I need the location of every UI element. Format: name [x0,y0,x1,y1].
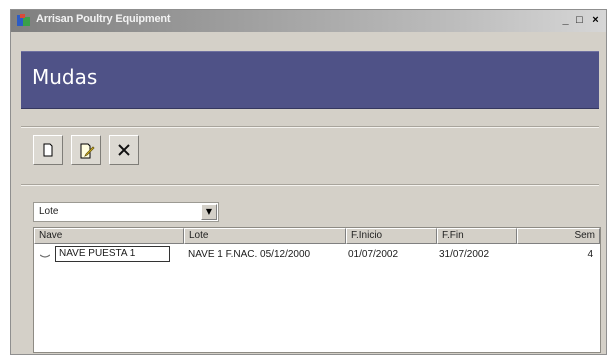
panel-divider [21,184,599,186]
cell-nave: NAVE PUESTA 1 [55,246,170,262]
edit-document-icon [80,143,95,159]
filter-value: Lote [39,206,59,217]
column-header-nave[interactable]: Nave [34,228,184,244]
app-icon [17,14,30,26]
column-header-f-fin[interactable]: F.Fin [437,228,517,244]
column-header-lote[interactable]: Lote [184,228,346,244]
column-header-sem[interactable]: Sem [517,228,600,244]
header-band: Mudas [21,51,599,109]
chevron-down-icon[interactable]: ▼ [201,204,217,220]
list-view[interactable]: Nave Lote F.Inicio F.Fin Sem NAVE PUESTA… [33,227,601,353]
edit-button[interactable] [71,135,101,165]
window-title: Arrisan Poultry Equipment [36,13,171,25]
page-title: Mudas [32,65,98,89]
minimize-button[interactable]: _ [559,13,572,27]
close-button[interactable]: × [589,13,602,27]
table-row[interactable]: NAVE PUESTA 1 NAVE 1 F.NAC. 05/12/2000 0… [34,246,600,264]
toolbar-divider [21,126,599,128]
column-header-f-inicio[interactable]: F.Inicio [346,228,437,244]
new-button[interactable] [33,135,63,165]
cell-sem: 4 [587,249,593,260]
new-document-icon [43,143,53,157]
cell-f-fin: 31/07/2002 [439,249,490,260]
cell-f-inicio: 01/07/2002 [348,249,399,260]
app-window: Arrisan Poultry Equipment _ □ × Mudas Lo… [10,9,607,355]
delete-x-icon [118,144,130,156]
maximize-button[interactable]: □ [573,13,586,27]
filter-dropdown[interactable]: Lote ▼ [33,202,219,222]
title-bar[interactable]: Arrisan Poultry Equipment _ □ × [11,10,606,32]
cell-lote: NAVE 1 F.NAC. 05/12/2000 [188,249,311,260]
row-item-icon [40,254,50,258]
delete-button[interactable] [109,135,139,165]
list-header: Nave Lote F.Inicio F.Fin Sem [34,228,600,245]
